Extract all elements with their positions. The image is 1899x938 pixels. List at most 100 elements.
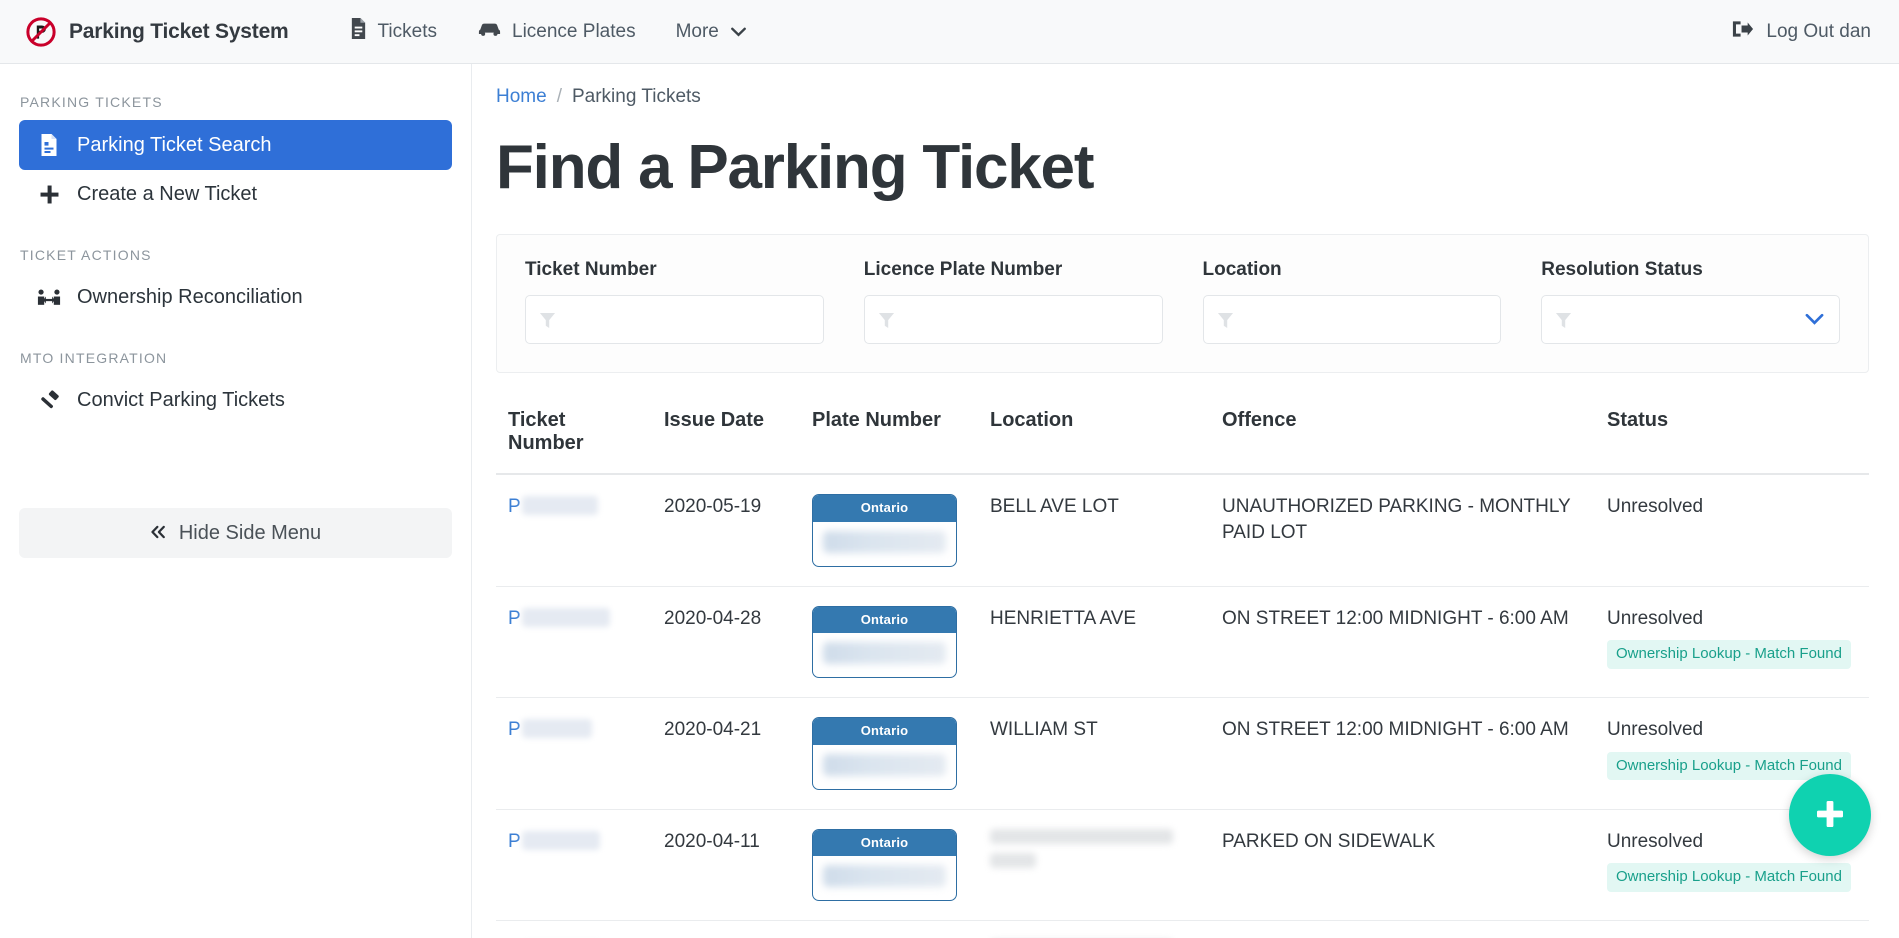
cell-offence: ON STREET 12:00 MIDNIGHT - 6:00 AM bbox=[1210, 920, 1595, 938]
redacted-plate-number bbox=[823, 865, 946, 888]
cell-ticket-number: P bbox=[496, 697, 652, 810]
ticket-number-link[interactable]: P bbox=[508, 717, 521, 743]
logout-button[interactable]: Log Out dan bbox=[1731, 0, 1871, 64]
cell-offence: PARKED ON SIDEWALK bbox=[1210, 809, 1595, 922]
cell-location: WILLIAM ST bbox=[978, 697, 1210, 810]
status-badge: Ownership Lookup - Match Found bbox=[1607, 863, 1851, 892]
filter-funnel-icon bbox=[878, 311, 895, 335]
cell-plate-number: Ontario bbox=[800, 920, 978, 938]
hide-side-menu-button[interactable]: Hide Side Menu bbox=[19, 508, 452, 558]
table-row[interactable]: P 2020-04-11 Ontario PARKED ON SIDEWALK Unre… bbox=[496, 809, 1869, 922]
licence-plate-province: Ontario bbox=[813, 718, 956, 745]
cell-status: Unresolved bbox=[1595, 474, 1869, 587]
redacted-ticket-number bbox=[521, 830, 600, 850]
table-header-row: Ticket Number Issue Date Plate Number Lo… bbox=[496, 395, 1869, 476]
filter-resolution-status-box[interactable] bbox=[1541, 295, 1840, 345]
sidebar-divider-1 bbox=[0, 219, 471, 235]
nav-item-more[interactable]: More bbox=[656, 0, 766, 64]
nav-item-tickets[interactable]: Tickets bbox=[329, 0, 457, 64]
licence-plate-body bbox=[813, 745, 956, 789]
redacted-ticket-number bbox=[521, 496, 598, 516]
people-exchange-icon bbox=[37, 288, 61, 308]
redacted-plate-number bbox=[823, 642, 946, 665]
page-title: Find a Parking Ticket bbox=[496, 133, 1094, 202]
cell-ticket-number: P bbox=[496, 474, 652, 587]
licence-plate-province: Ontario bbox=[813, 606, 956, 634]
licence-plate-body bbox=[813, 633, 956, 677]
cell-location bbox=[978, 809, 1210, 922]
no-parking-icon bbox=[26, 16, 56, 47]
column-header-status[interactable]: Status bbox=[1595, 395, 1869, 476]
table-body: P 2020-05-19 Ontario BELL AVE LOT UNAUTHORIZ… bbox=[496, 474, 1869, 938]
column-header-location[interactable]: Location bbox=[978, 395, 1210, 476]
logout-icon bbox=[1731, 19, 1754, 45]
nav-item-more-label: More bbox=[675, 20, 719, 42]
nav-item-licence-plates[interactable]: Licence Plates bbox=[457, 0, 656, 64]
column-header-plate-number[interactable]: Plate Number bbox=[800, 395, 978, 476]
status-text: Unresolved bbox=[1607, 830, 1704, 852]
sidebar-item-create-a-new-ticket[interactable]: Create a New Ticket bbox=[19, 170, 452, 219]
licence-plate-badge[interactable]: Ontario bbox=[812, 828, 957, 902]
column-header-ticket-number[interactable]: Ticket Number bbox=[496, 395, 652, 476]
filter-resolution-status: Resolution Status bbox=[1541, 259, 1840, 345]
cell-plate-number: Ontario bbox=[800, 697, 978, 810]
cell-ticket-number: P bbox=[496, 920, 652, 938]
brand-home-link[interactable]: Parking Ticket System bbox=[26, 16, 289, 47]
ticket-number-link[interactable]: P bbox=[508, 606, 521, 632]
ticket-number-link[interactable]: P bbox=[508, 829, 521, 855]
ticket-number-link[interactable]: P bbox=[508, 494, 521, 520]
column-header-offence[interactable]: Offence bbox=[1210, 395, 1595, 476]
filter-location-box[interactable] bbox=[1202, 295, 1502, 345]
cell-plate-number: Ontario bbox=[800, 586, 978, 699]
cell-plate-number: Ontario bbox=[800, 474, 978, 587]
create-ticket-fab[interactable] bbox=[1789, 774, 1871, 856]
cell-issue-date: 2020-04-04 bbox=[652, 920, 800, 938]
status-text: Unresolved bbox=[1607, 719, 1704, 741]
sidebar-item-ownership-reconciliation[interactable]: Ownership Reconciliation bbox=[19, 273, 452, 322]
breadcrumb-current: Parking Tickets bbox=[571, 86, 701, 107]
column-header-issue-date[interactable]: Issue Date bbox=[652, 395, 800, 476]
cell-plate-number: Ontario bbox=[800, 809, 978, 922]
table-row[interactable]: P 2020-04-28 Ontario HENRIETTA AVE ON STREET… bbox=[496, 586, 1869, 699]
sidebar-item-ownership-reconciliation-label: Ownership Reconciliation bbox=[77, 286, 303, 308]
sidebar-item-convict-parking-tickets[interactable]: Convict Parking Tickets bbox=[19, 376, 452, 425]
breadcrumb-home-link[interactable]: Home bbox=[496, 86, 547, 108]
cell-ticket-number: P bbox=[496, 809, 652, 922]
filter-funnel-icon bbox=[1217, 311, 1234, 335]
cell-issue-date: 2020-04-28 bbox=[652, 586, 800, 699]
sidebar-heading-parking-tickets: PARKING TICKETS bbox=[20, 94, 163, 110]
search-input-licence-plate-number[interactable] bbox=[878, 296, 1148, 344]
search-input-resolution-status[interactable] bbox=[1556, 296, 1825, 344]
search-input-ticket-number[interactable] bbox=[540, 296, 809, 344]
licence-plate-badge[interactable]: Ontario bbox=[812, 494, 957, 567]
cell-ticket-number: P bbox=[496, 586, 652, 699]
document-search-icon bbox=[37, 133, 61, 157]
search-filter-panel: Ticket Number Licence Plate Number Locat… bbox=[496, 234, 1869, 374]
cell-offence: UNAUTHORIZED PARKING - MONTHLY PAID LOT bbox=[1210, 474, 1595, 587]
search-input-location[interactable] bbox=[1217, 296, 1487, 344]
filter-ticket-number-box[interactable] bbox=[525, 295, 824, 345]
brand-name: Parking Ticket System bbox=[69, 19, 289, 43]
plus-icon bbox=[37, 184, 61, 205]
sidebar-item-parking-ticket-search-label: Parking Ticket Search bbox=[77, 133, 272, 156]
car-icon bbox=[477, 20, 502, 44]
redacted-location bbox=[990, 852, 1036, 868]
nav-item-tickets-label: Tickets bbox=[377, 20, 437, 42]
plus-icon bbox=[1811, 795, 1849, 836]
redacted-location bbox=[990, 828, 1174, 844]
cell-status: 2020-05-01Paid bbox=[1595, 920, 1869, 938]
status-text: Unresolved bbox=[1607, 496, 1704, 518]
filter-licence-plate-number-box[interactable] bbox=[863, 295, 1163, 345]
cell-issue-date: 2020-04-11 bbox=[652, 809, 800, 922]
table-row[interactable]: P2020-04-04Ontario ON STREET 12:00 MIDNIG… bbox=[496, 920, 1869, 938]
sidebar-item-parking-ticket-search[interactable]: Parking Ticket Search bbox=[19, 120, 452, 170]
table-row[interactable]: P 2020-04-21 Ontario WILLIAM ST ON STREET 12… bbox=[496, 697, 1869, 810]
chevron-down-icon[interactable] bbox=[1805, 313, 1824, 331]
filter-ticket-number: Ticket Number bbox=[525, 259, 824, 345]
licence-plate-badge[interactable]: Ontario bbox=[812, 717, 957, 790]
sidebar-heading-mto-integration: MTO INTEGRATION bbox=[20, 350, 168, 366]
table-row[interactable]: P 2020-05-19 Ontario BELL AVE LOT UNAUTHORIZ… bbox=[496, 474, 1869, 587]
filter-funnel-icon bbox=[1555, 311, 1572, 335]
nav-item-licence-plates-label: Licence Plates bbox=[512, 20, 636, 42]
licence-plate-badge[interactable]: Ontario bbox=[812, 605, 957, 679]
